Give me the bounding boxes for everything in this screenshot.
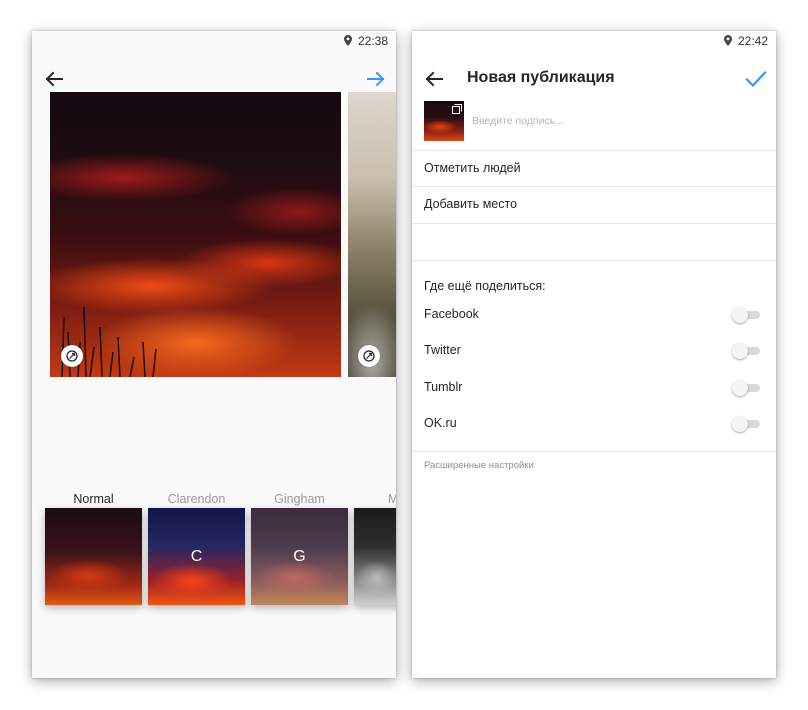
- add-location-label: Добавить место: [424, 197, 518, 211]
- filter-thumb-clarendon[interactable]: C: [148, 508, 245, 605]
- divider: [412, 451, 776, 452]
- status-bar: 22:42: [412, 31, 776, 51]
- tumblr-toggle[interactable]: [732, 380, 760, 396]
- arrow-left-icon[interactable]: [422, 67, 446, 91]
- multiple-photos-icon: [452, 104, 462, 114]
- filter-letter: G: [293, 547, 306, 565]
- filter-screen: 22:38 Normal Clarendon Gingham M C G: [32, 31, 396, 678]
- rotate-icon: [363, 350, 375, 362]
- twitter-toggle[interactable]: [732, 343, 760, 359]
- filter-label-moon: M: [388, 492, 396, 506]
- top-bar: Новая публикация: [412, 51, 776, 107]
- status-time: 22:38: [357, 34, 388, 48]
- location-pin-icon: [344, 35, 352, 46]
- add-location-row[interactable]: Добавить место: [412, 187, 776, 221]
- photo-preview-main[interactable]: [50, 92, 341, 377]
- share-okru-row: OK.ru: [412, 410, 776, 438]
- arrow-left-icon[interactable]: [42, 67, 66, 91]
- rotate-button[interactable]: [61, 345, 83, 367]
- page-title: Новая публикация: [467, 69, 615, 86]
- okru-toggle[interactable]: [732, 416, 760, 432]
- advanced-settings-link[interactable]: Расширенные настройки: [424, 460, 534, 471]
- rotate-button[interactable]: [358, 345, 380, 367]
- share-twitter-row: Twitter: [412, 337, 776, 365]
- caption-input[interactable]: [472, 111, 752, 131]
- share-facebook-label: Facebook: [424, 307, 479, 321]
- status-bar: 22:38: [32, 31, 396, 51]
- share-tumblr-label: Tumblr: [424, 380, 463, 394]
- share-tumblr-row: Tumblr: [412, 374, 776, 402]
- filter-label-gingham: Gingham: [274, 492, 325, 506]
- share-okru-label: OK.ru: [424, 416, 457, 430]
- share-section-title: Где ещё поделиться:: [424, 279, 546, 293]
- post-thumbnail: [424, 101, 464, 141]
- filter-thumb-gingham[interactable]: G: [251, 508, 348, 605]
- tag-people-label: Отметить людей: [424, 161, 521, 175]
- filter-thumb-normal[interactable]: [45, 508, 142, 605]
- arrow-right-icon[interactable]: [364, 67, 388, 91]
- location-pin-icon: [724, 35, 732, 46]
- share-facebook-row: Facebook: [412, 301, 776, 329]
- new-post-screen: 22:42 Новая публикация Отметить людей До…: [412, 31, 776, 678]
- status-time: 22:42: [737, 34, 768, 48]
- filter-label-clarendon: Clarendon: [167, 492, 226, 506]
- filter-letter: C: [190, 547, 203, 565]
- photo-preview-second[interactable]: [348, 92, 396, 377]
- tag-people-row[interactable]: Отметить людей: [412, 151, 776, 185]
- location-suggestions-row: [412, 224, 776, 259]
- rotate-icon: [66, 350, 78, 362]
- filter-thumb-moon[interactable]: [354, 508, 396, 605]
- facebook-toggle[interactable]: [732, 307, 760, 323]
- checkmark-icon[interactable]: [744, 67, 768, 91]
- divider: [412, 260, 776, 261]
- filter-label-normal: Normal: [73, 492, 114, 506]
- share-twitter-label: Twitter: [424, 343, 461, 357]
